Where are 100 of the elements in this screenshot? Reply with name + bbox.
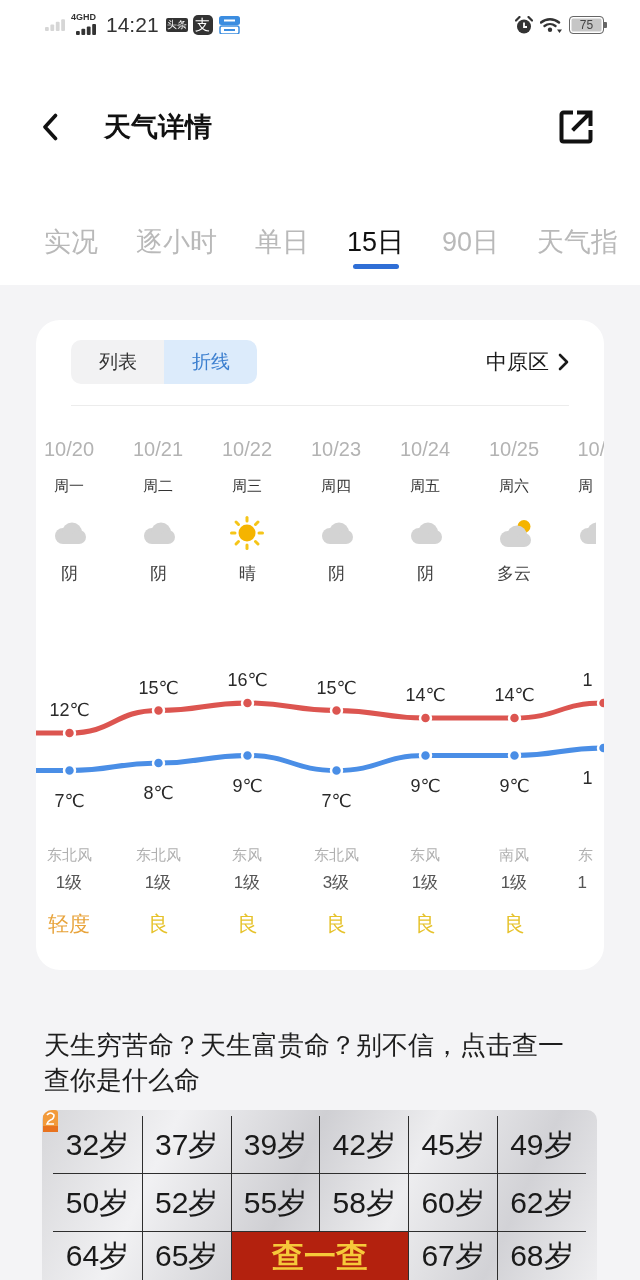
temperature-label: 1: [582, 768, 592, 788]
wind-direction: 东北风: [135, 845, 181, 865]
air-quality: 良: [236, 911, 258, 937]
age-label: 67岁: [421, 1238, 485, 1274]
weather-condition: 阴: [60, 563, 78, 585]
forecast-date: 10/24: [399, 437, 451, 462]
wind-level: 1级: [500, 872, 528, 894]
cloud-icon: [52, 522, 86, 544]
wind-direction: 东北风: [313, 845, 359, 865]
temperature-dot: [240, 696, 254, 710]
air-quality: 良: [147, 911, 169, 937]
temperature-label: 8℃: [142, 783, 174, 803]
wind-direction: 东: [577, 845, 593, 865]
view-tab[interactable]: 列表: [71, 340, 164, 384]
air-quality: 轻度: [48, 911, 90, 937]
air-quality: 良: [325, 911, 347, 937]
network-type: 4GHD: [71, 12, 96, 22]
temperature-dot: [62, 763, 76, 778]
age-label: 39岁: [243, 1126, 308, 1163]
wind-level: 1级: [144, 872, 172, 894]
air-quality: 良: [503, 911, 525, 937]
temperature-dot: [62, 726, 76, 740]
wind-direction: 东北风: [46, 845, 92, 865]
wind-level: 1级: [411, 872, 439, 894]
notification-badge: 头条: [165, 18, 188, 32]
battery-indicator: 75: [569, 16, 607, 34]
age-label: 37岁: [155, 1126, 219, 1163]
age-label: 49岁: [510, 1126, 574, 1163]
age-label: 68岁: [510, 1238, 574, 1274]
weekday-label: 周四: [321, 476, 351, 496]
air-quality: 良: [414, 911, 436, 937]
wind-direction: 东风: [232, 845, 262, 865]
chevron-right-icon: [558, 353, 569, 371]
age-label: 58岁: [332, 1184, 396, 1221]
wind-level: 1级: [55, 872, 83, 894]
notification-icon: [218, 16, 240, 34]
wind-direction: 东风: [410, 845, 440, 865]
age-label: 45岁: [421, 1126, 485, 1163]
age-label: 64岁: [65, 1238, 130, 1274]
weather-condition: 阴: [416, 563, 434, 585]
line-extension: [36, 768, 63, 773]
location-selector[interactable]: 中原区: [486, 348, 569, 376]
wind-level: 3级: [322, 872, 350, 894]
status-time: 14:21: [106, 13, 159, 37]
temperature-label: 9℃: [409, 775, 441, 796]
tab[interactable]: 15日: [347, 224, 405, 269]
check-button[interactable]: 查一查: [230, 1232, 409, 1280]
temperature-dot: [151, 756, 165, 770]
temperature-dot: [507, 711, 521, 725]
temperature-label: 9℃: [231, 775, 263, 796]
wind-level: 1: [577, 872, 587, 894]
weather-condition: 阴: [149, 563, 167, 585]
age-label: 52岁: [155, 1184, 219, 1221]
forecast-date: 10/21: [132, 437, 184, 462]
weekday-label: 周一: [54, 476, 84, 496]
temperature-dot: [151, 703, 165, 718]
temperature-dot: [418, 748, 432, 763]
temperature-label: 1: [582, 670, 592, 690]
temperature-dot: [329, 703, 343, 718]
age-label: 55岁: [243, 1184, 308, 1221]
line-extension: [36, 730, 63, 736]
signal-icon: [45, 19, 65, 31]
chevron-left-icon: [42, 113, 58, 141]
temperature-dot: [507, 748, 521, 763]
age-label: 62岁: [510, 1184, 574, 1221]
logo-icon: [43, 1110, 58, 1132]
cloud-sun-icon: [497, 519, 531, 547]
temperature-label: 7℃: [53, 790, 85, 811]
temperature-label: 9℃: [498, 775, 530, 796]
temperature-label: 7℃: [320, 790, 352, 811]
temperature-label: 12℃: [48, 700, 90, 720]
cloud-icon: [141, 522, 175, 544]
weekday-label: 周三: [232, 476, 262, 496]
temperature-dot: [240, 748, 254, 763]
age-label: 65岁: [155, 1238, 219, 1274]
ad-headline[interactable]: 天生穷苦命？天生富贵命？别不信，点击查一查你是什么命: [44, 1028, 584, 1098]
forecast-date: 10/23: [310, 437, 362, 462]
weather-condition: 多云: [497, 563, 531, 585]
sun-icon: [230, 516, 264, 550]
wind-direction: 南风: [499, 845, 529, 865]
temperature-label: 16℃: [226, 670, 268, 690]
ad-banner[interactable]: 32岁 37岁 39岁 42岁 45岁 49岁 50岁 52岁 55岁 58岁 60岁 62岁 64岁 65岁 查一查 67岁 68岁: [42, 1110, 597, 1280]
cloud-icon: [319, 522, 353, 544]
notification-tile: 支: [192, 15, 213, 35]
temperature-label: 15℃: [315, 677, 357, 698]
forecast-date: 10/25: [488, 437, 540, 462]
weather-condition: 晴: [238, 563, 256, 585]
view-tab[interactable]: 折线: [164, 340, 257, 384]
cloud-icon: [577, 522, 596, 544]
cloud-icon: [408, 522, 442, 544]
share-icon: [558, 109, 594, 145]
temperature-label: 14℃: [404, 685, 446, 705]
forecast-date: 10/20: [43, 437, 95, 462]
signal-icon: [76, 23, 96, 35]
alarm-icon: [515, 16, 533, 34]
weekday-label: 周六: [499, 476, 529, 496]
temperature-dot: [329, 763, 343, 778]
weekday-label: 周: [577, 476, 593, 496]
weather-condition: 阴: [327, 563, 345, 585]
temperature-label: 15℃: [137, 677, 179, 698]
